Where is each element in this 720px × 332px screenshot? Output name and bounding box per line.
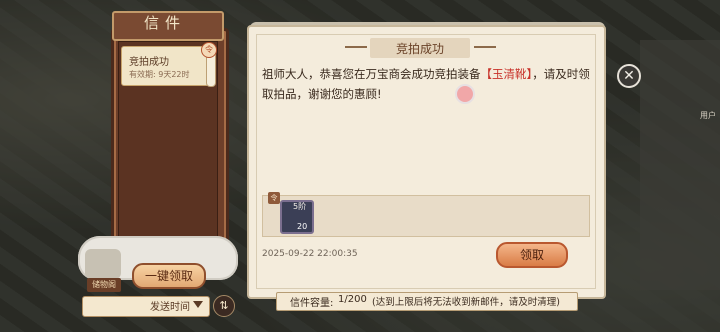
mail-body-prefix: 祖师大人，恭喜您在万宝商会成功竞拍装备 (262, 67, 481, 81)
item-level: 5阶 (293, 202, 307, 211)
item-count: 20 (297, 222, 308, 231)
mail-detail-title: 竞拍成功 (395, 42, 444, 56)
mail-item-name: 【玉清靴】 (480, 67, 533, 81)
sort-order-icon[interactable]: ⇅ (213, 295, 235, 317)
claim-button[interactable]: 领取 (496, 242, 568, 268)
one-click-claim-button[interactable]: 一键领取 (132, 263, 206, 289)
title-ornament-right (474, 46, 496, 48)
capacity-note: (达到上限后将无法收到新邮件，请及时清理) (372, 297, 560, 308)
capacity-label: 信件容量: (290, 298, 334, 309)
capacity-count: 1/200 (338, 294, 367, 305)
flower-icon (455, 84, 475, 104)
item-badge-icon: 令 (268, 192, 280, 204)
storage-icon[interactable] (85, 249, 121, 279)
close-icon[interactable]: ✕ (617, 64, 641, 88)
sort-dropdown-label[interactable]: 发送时间 (150, 298, 190, 313)
mail-timestamp: 2025-09-22 22:00:35 (262, 249, 358, 259)
mail-item-expiry: 有效期: 9天22时 (129, 70, 190, 79)
side-user-label: 用户 (700, 111, 716, 120)
mail-list-title: 信件 (143, 14, 186, 32)
chevron-down-icon[interactable] (193, 301, 203, 308)
mail-item-badge-icon: 令 (201, 42, 217, 58)
storage-label[interactable]: 储物阁 (87, 278, 121, 292)
title-ornament-left (345, 46, 367, 48)
sort-dropdown[interactable] (82, 296, 210, 317)
mail-body: 祖师大人，恭喜您在万宝商会成功竞拍装备【玉清靴】，请及时领取拍品，谢谢您的惠顾! (262, 64, 592, 104)
mail-item-subject: 竞拍成功 (129, 57, 169, 68)
background-scenery (640, 40, 720, 290)
